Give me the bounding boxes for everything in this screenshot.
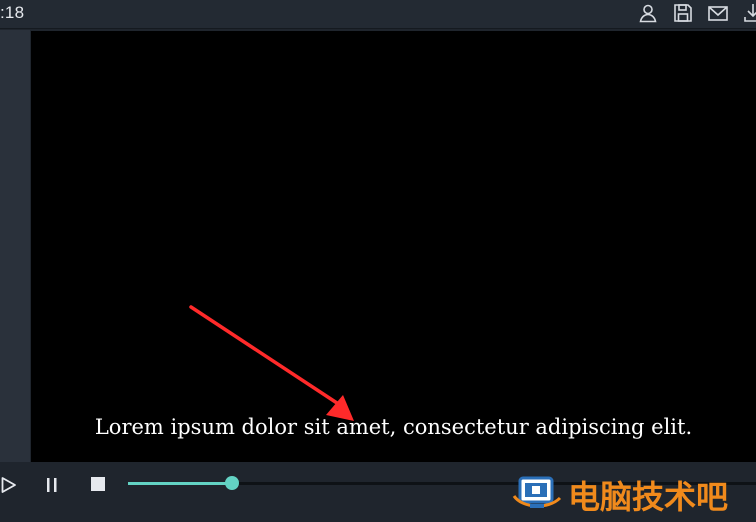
top-bar: :18 (0, 0, 756, 29)
progress-handle[interactable] (224, 476, 239, 490)
download-icon[interactable] (742, 2, 756, 24)
time-readout: :18 (0, 3, 25, 22)
pause-button[interactable] (45, 477, 59, 493)
subtitle-text: Lorem ipsum dolor sit amet, consectetur … (94, 415, 693, 439)
progress-fill (128, 482, 232, 485)
video-player-window: :18 Lorem ipsum dolor sit amet, consecte… (0, 0, 756, 522)
play-button[interactable] (1, 476, 17, 494)
annotation-arrow-icon (189, 305, 354, 421)
left-panel-strip (0, 30, 30, 462)
save-icon[interactable] (672, 2, 694, 24)
mail-icon[interactable] (707, 2, 729, 24)
watermark-text: 电脑技术吧 (568, 478, 729, 516)
video-viewport[interactable]: Lorem ipsum dolor sit amet, consectetur … (31, 31, 756, 462)
user-icon[interactable] (637, 2, 659, 24)
watermark: 电脑技术吧 (512, 470, 756, 518)
computer-logo-icon (512, 476, 562, 508)
stop-button[interactable] (90, 476, 106, 492)
